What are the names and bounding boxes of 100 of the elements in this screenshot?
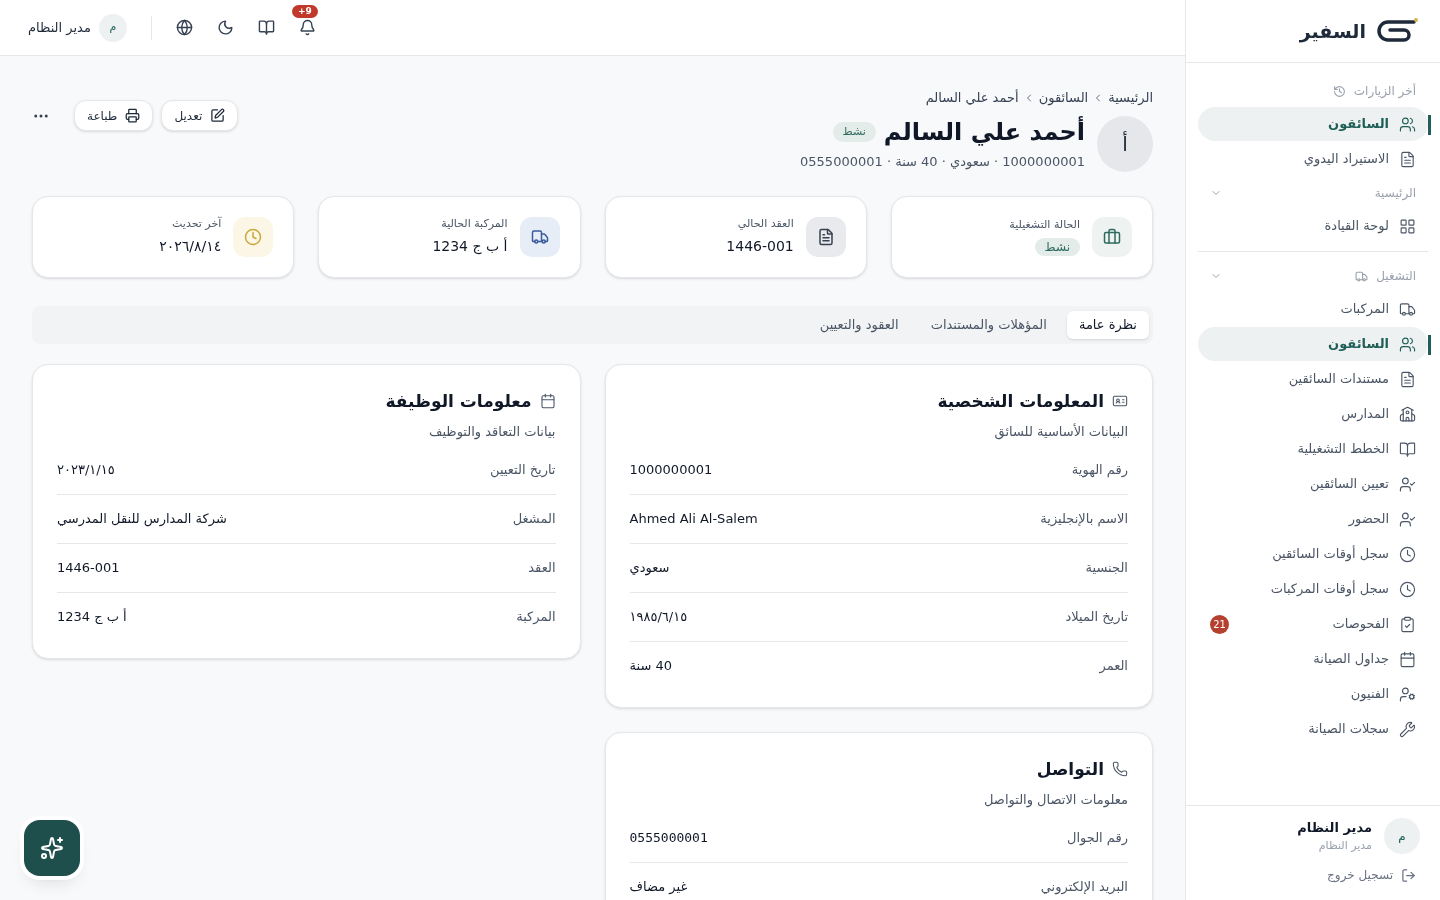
field-label: رقم الجوال (1067, 828, 1128, 848)
nav-item[interactable]: جداول الصيانة (1198, 642, 1428, 676)
stat-value: ٢٠٢٦/٨/١٤ (159, 237, 222, 257)
nav-item[interactable]: الاستيراد اليدوي (1198, 142, 1428, 176)
section-title: التشغيل (1376, 268, 1416, 285)
clock-icon (1399, 545, 1416, 563)
clipboard-icon (1399, 615, 1416, 633)
nav-item[interactable]: لوحة القيادة (1198, 209, 1428, 243)
user-avatar[interactable]: م (98, 13, 127, 42)
printer-icon (125, 108, 141, 123)
card-title: التواصل (1036, 757, 1104, 781)
nav-item[interactable]: السائقون (1198, 107, 1428, 141)
breadcrumb-link[interactable]: السائقون (1038, 88, 1089, 108)
nav-item[interactable]: تعيين السائقين (1198, 467, 1428, 501)
stat-label: المركبة الحالية (441, 215, 508, 232)
truck-icon (1355, 269, 1369, 283)
logout-button[interactable]: تسجيل خروج (1327, 866, 1420, 884)
field-label: رقم الهوية (1071, 460, 1128, 480)
field-label: البريد الإلكتروني (1040, 878, 1128, 897)
grid-icon (1399, 217, 1416, 235)
moon-icon[interactable] (216, 19, 234, 36)
field-value: ٢٠٢٣/١/١٥ (57, 460, 115, 479)
field-label: المركبة (516, 608, 556, 627)
field-value: 1000000001 (629, 460, 713, 479)
sparkles-icon (40, 836, 64, 860)
field-value: شركة المدارس للنقل المدرسي (57, 509, 227, 529)
nav-item[interactable]: سجل أوقات السائقين (1198, 537, 1428, 571)
clock-icon (1399, 580, 1416, 598)
field-value: أ ب ج 1234 (57, 607, 127, 627)
status-badge: نشط (1034, 237, 1080, 256)
user-gear-icon (1399, 685, 1416, 703)
field-value: 40 سنة (629, 657, 672, 676)
card-title: المعلومات الشخصية (937, 389, 1104, 413)
user-name[interactable]: مدير النظام (28, 17, 91, 38)
status-badge: نشط (832, 121, 876, 142)
document-icon (1399, 370, 1416, 388)
document-icon (1399, 150, 1416, 168)
active-indicator (1428, 115, 1431, 135)
field-label: تاريخ الميلاد (1065, 607, 1128, 626)
field-label: الجنسية (1085, 558, 1128, 577)
edit-button[interactable]: تعديل (161, 100, 239, 131)
stat-label: الحالة التشغيلية (1009, 217, 1080, 234)
nav-item[interactable]: سجل أوقات المركبات (1198, 572, 1428, 606)
logout-icon (1401, 867, 1416, 883)
user-check-icon (1399, 475, 1416, 493)
field-label: المشغل (512, 509, 556, 528)
nav-item[interactable]: الخطط التشغيلية (1198, 432, 1428, 466)
count-badge: 21 (1210, 614, 1229, 634)
notification-badge: +9 (292, 5, 318, 18)
card-subtitle: البيانات الأساسية للسائق (994, 422, 1128, 442)
user-check-icon (1399, 510, 1416, 528)
active-indicator (1428, 335, 1431, 355)
section-title: أخر الزيارات (1353, 82, 1416, 100)
book-icon[interactable] (257, 19, 275, 36)
stat-value: 1446-001 (726, 237, 794, 257)
breadcrumb-link[interactable]: الرئيسية (1108, 88, 1153, 108)
history-icon (1332, 84, 1346, 98)
nav-item[interactable]: مستندات السائقين (1198, 362, 1428, 396)
user-name: مدير النظام (1297, 819, 1372, 838)
users-icon (1399, 335, 1416, 353)
field-value: ١٩٨٥/٦/١٥ (629, 607, 688, 626)
tab[interactable]: العقود والتعيين (807, 310, 911, 339)
nav-item[interactable]: المركبات (1198, 292, 1428, 326)
driver-name: أحمد علي السالم (883, 115, 1085, 148)
field-value: غير مضاف (629, 878, 688, 897)
nav-item[interactable]: السائقون (1198, 327, 1428, 361)
tab[interactable]: المؤهلات والمستندات (918, 310, 1059, 339)
field-value: سعودي (629, 558, 670, 578)
edit-icon (210, 108, 226, 123)
user-role: مدير النظام (1317, 837, 1372, 854)
wrench-icon (1399, 720, 1416, 738)
driver-details: 1000000001 · سعودي · 40 سنة · 0555000001 (800, 152, 1085, 172)
nav-item[interactable]: سجلات الصيانة (1198, 712, 1428, 746)
field-value: 0555000001 (629, 828, 708, 847)
field-value: Ahmed Ali Al-Salem (629, 509, 758, 528)
field-label: الاسم بالإنجليزية (1040, 509, 1128, 529)
field-label: العقد (528, 558, 556, 577)
nav-item[interactable]: الحضور (1198, 502, 1428, 536)
field-label: تاريخ التعيين (490, 460, 556, 480)
print-button[interactable]: طباعة (74, 100, 154, 131)
nav-item[interactable]: المدارس (1198, 397, 1428, 431)
breadcrumb-link[interactable]: أحمد علي السالم (925, 88, 1019, 108)
stat-label: آخر تحديث (172, 215, 222, 232)
book-icon (1399, 440, 1416, 458)
section-title: الرئيسية (1374, 185, 1416, 202)
stat-value: أ ب ج 1234 (432, 236, 508, 257)
nav-item[interactable]: الفنيون (1198, 677, 1428, 711)
building-icon (1399, 405, 1416, 423)
profile-avatar: أ (1097, 115, 1153, 172)
logo-text: السفير (1299, 18, 1366, 45)
card-title: معلومات الوظيفة (385, 389, 532, 413)
field-value: 1446-001 (57, 558, 120, 577)
stat-label: العقد الحالي (737, 215, 794, 232)
user-avatar: م (1384, 818, 1420, 854)
tab[interactable]: نظرة عامة (1066, 310, 1149, 339)
users-icon (1399, 115, 1416, 133)
bell-icon[interactable] (298, 19, 316, 36)
calendar-icon (1399, 650, 1416, 668)
globe-icon[interactable] (175, 19, 193, 36)
truck-icon (1399, 300, 1416, 318)
